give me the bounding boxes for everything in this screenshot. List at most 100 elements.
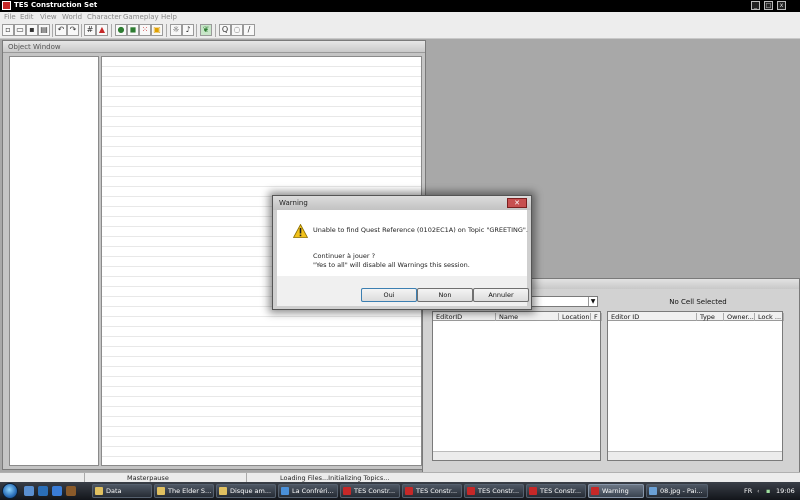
folder-icon [157, 487, 165, 495]
tes-app-icon [343, 487, 351, 495]
tes-app-icon [529, 487, 537, 495]
warning-icon [293, 224, 308, 238]
cell-view-icon[interactable]: ▣ [151, 24, 163, 36]
menu-file[interactable]: File [4, 13, 16, 21]
app-icon [2, 1, 11, 10]
taskbar-button-tes-1[interactable]: TES Constr... [340, 484, 400, 498]
save-icon[interactable]: ▪ [26, 24, 38, 36]
no-button[interactable]: Non [417, 288, 473, 302]
taskbar-button-confrerie[interactable]: La Confréri... [278, 484, 338, 498]
language-indicator[interactable]: FR [744, 487, 752, 495]
network-icon[interactable]: ▪ [766, 487, 770, 495]
worldspace-select[interactable]: ▼ [531, 296, 598, 307]
sound-icon[interactable]: ♪ [182, 24, 194, 36]
dialog-title-bar[interactable]: Warning ✕ [273, 196, 531, 210]
column-name[interactable]: Name [496, 313, 559, 321]
leaf-icon[interactable]: ❦ [200, 24, 212, 36]
browser-icon [281, 487, 289, 495]
object-category-tree[interactable] [9, 56, 99, 466]
tes-app-icon [467, 487, 475, 495]
snap-angle-icon[interactable]: ▲ [96, 24, 108, 36]
folder-icon [95, 487, 103, 495]
app-title-bar: TES Construction Set _ □ x [0, 0, 800, 12]
taskbar-button-tes-4[interactable]: TES Constr... [526, 484, 586, 498]
menu-gameplay[interactable]: Gameplay [123, 13, 159, 21]
paint-icon [649, 487, 657, 495]
status-master: Masterpause [127, 474, 169, 482]
menu-character[interactable]: Character [87, 13, 122, 21]
warning-dialog: Warning ✕ Unable to find Quest Reference… [272, 195, 532, 310]
maximize-icon[interactable]: □ [764, 1, 773, 10]
edit-pencil-icon[interactable]: / [243, 24, 255, 36]
warning-question: Continuer à jouer ? [313, 252, 376, 260]
quick-launch-icon[interactable] [66, 486, 76, 496]
close-icon[interactable]: x [777, 1, 786, 10]
search-icon[interactable]: Q [219, 24, 231, 36]
cell-list-header: EditorID Name Location F [433, 312, 602, 321]
column-owner[interactable]: Owner... [724, 313, 755, 321]
menu-edit[interactable]: Edit [20, 13, 34, 21]
status-loading: Loading Files...Initializing Topics... [280, 474, 390, 482]
new-file-icon[interactable]: ▫ [2, 24, 14, 36]
column-location[interactable]: Location [559, 313, 591, 321]
open-file-icon[interactable]: ▭ [14, 24, 26, 36]
menu-world[interactable]: World [62, 13, 82, 21]
start-button[interactable] [2, 483, 18, 499]
cancel-button[interactable]: Annuler [473, 288, 529, 302]
cell-list-scrollbar[interactable] [433, 451, 600, 460]
menu-bar: File Edit View World Character Gameplay … [0, 12, 800, 22]
media-player-icon[interactable] [52, 486, 62, 496]
taskbar-button-paint[interactable]: 08.jpg - Pai... [646, 484, 708, 498]
tes-app-icon [405, 487, 413, 495]
tray-arrow-icon[interactable]: ‹ [757, 487, 760, 495]
object-window-title-bar[interactable]: Object Window [3, 41, 425, 53]
show-desktop-icon[interactable] [24, 486, 34, 496]
taskbar: Data The Elder S... Disque am... La Conf… [0, 482, 800, 500]
redo-icon[interactable]: ↷ [67, 24, 79, 36]
reference-list[interactable]: Editor ID Type Owner... Lock ... [607, 311, 784, 461]
column-type[interactable]: Type [697, 313, 724, 321]
clock[interactable]: 19:06 [776, 487, 795, 495]
warning-note: "Yes to all" will disable all Warnings t… [313, 261, 470, 269]
menu-help[interactable]: Help [161, 13, 177, 21]
landscape-edit-icon[interactable]: ● [115, 24, 127, 36]
no-cell-label: No Cell Selected [669, 298, 727, 306]
column-ref-editor-id[interactable]: Editor ID [608, 313, 697, 321]
dialog-title: Warning [279, 199, 308, 207]
tes-app-icon [591, 487, 599, 495]
taskbar-button-warning[interactable]: Warning [588, 484, 644, 498]
reference-list-scrollbar[interactable] [608, 451, 782, 460]
status-bar: Masterpause Loading Files...Initializing… [0, 472, 800, 483]
dialog-close-button[interactable]: ✕ [507, 198, 527, 208]
undo-icon[interactable]: ↶ [55, 24, 67, 36]
column-f[interactable]: F [591, 313, 602, 321]
yes-button[interactable]: Oui [361, 288, 417, 302]
column-lock[interactable]: Lock ... [755, 313, 784, 321]
taskbar-button-disque[interactable]: Disque am... [216, 484, 276, 498]
taskbar-button-data[interactable]: Data [92, 484, 152, 498]
world-icon[interactable]: ◼ [127, 24, 139, 36]
taskbar-button-tes-2[interactable]: TES Constr... [402, 484, 462, 498]
toolbar: ▫ ▭ ▪ ▤ ↶ ↷ # ▲ ● ◼ ⁙ ▣ ☼ ♪ ❦ Q ◌ / [0, 22, 800, 39]
app-title: TES Construction Set [14, 1, 98, 9]
warning-message: Unable to find Quest Reference (0102EC1A… [313, 226, 528, 234]
grid-icon[interactable]: # [84, 24, 96, 36]
cell-list[interactable]: EditorID Name Location F [432, 311, 602, 461]
dialog-body: Unable to find Quest Reference (0102EC1A… [277, 210, 528, 276]
column-editor-id[interactable]: EditorID [433, 313, 496, 321]
internet-explorer-icon[interactable] [38, 486, 48, 496]
dialog-button-row: Oui Non Annuler [277, 276, 529, 306]
reference-list-header: Editor ID Type Owner... Lock ... [608, 312, 784, 321]
system-tray: FR ‹ ▪ 19:06 [740, 482, 800, 500]
taskbar-button-elder-scrolls[interactable]: The Elder S... [154, 484, 214, 498]
taskbar-button-tes-3[interactable]: TES Constr... [464, 484, 524, 498]
light-icon[interactable]: ☼ [170, 24, 182, 36]
menu-view[interactable]: View [40, 13, 57, 21]
preferences-icon[interactable]: ▤ [38, 24, 50, 36]
object-window-title: Object Window [8, 43, 61, 51]
folder-icon [219, 487, 227, 495]
dialogue-icon[interactable]: ◌ [231, 24, 243, 36]
chevron-down-icon[interactable]: ▼ [588, 297, 597, 306]
path-grid-icon[interactable]: ⁙ [139, 24, 151, 36]
minimize-icon[interactable]: _ [751, 1, 760, 10]
